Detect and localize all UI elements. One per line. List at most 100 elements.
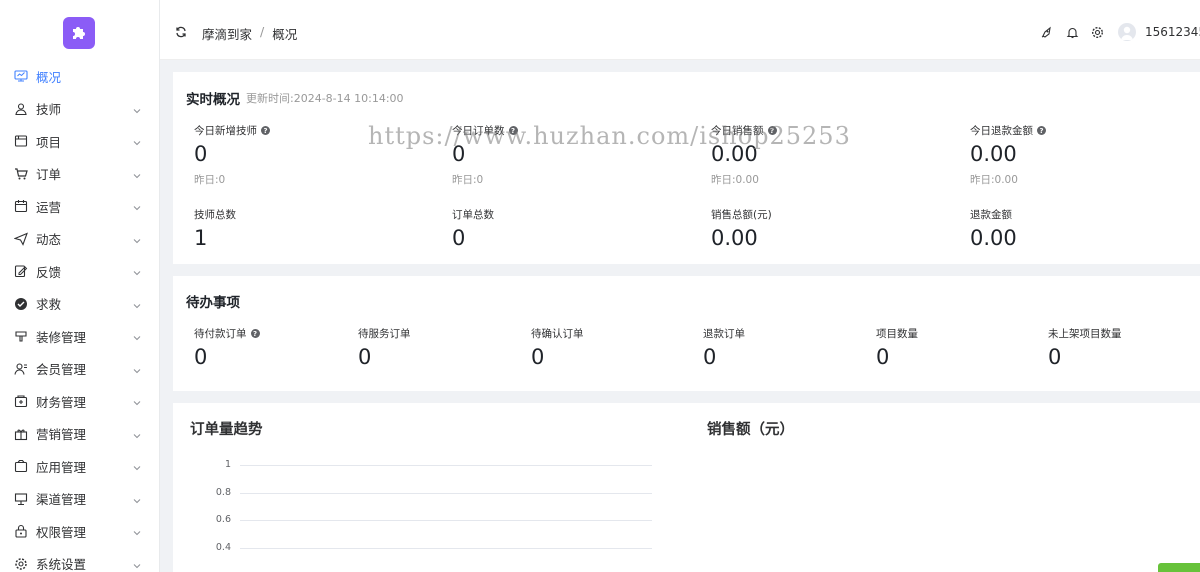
stat-value: 0 [194,142,208,166]
todo-project-count[interactable]: 项目数量 0 [876,326,918,370]
realtime-overview-card: 实时概况 更新时间:2024-8-14 10:14:00 今日新增技师? 0 昨… [173,72,1200,264]
y-gridline [240,465,652,466]
sidebar-item-label: 渠道管理 [36,492,87,508]
help-icon[interactable]: ? [250,329,260,338]
realtime-title: 实时概况 [186,92,240,108]
chevron-down-icon [132,266,142,276]
lock-icon [14,524,28,538]
y-tick-label: 0.4 [215,541,231,553]
chevron-down-icon [132,559,142,569]
stat-label: 退款金额 [970,209,1012,221]
member-icon [14,362,28,376]
sidebar-item-1[interactable]: 技师 [0,93,160,126]
todo-pending-service[interactable]: 待服务订单 0 [358,326,411,370]
todo-pending-payment[interactable]: 待付款订单? 0 [194,326,260,370]
user-avatar-icon [1121,26,1133,40]
sidebar-item-6[interactable]: 反馈 [0,255,160,288]
todo-label: 待付款订单 [194,328,247,340]
sidebar-item-14[interactable]: 权限管理 [0,515,160,548]
stat-yesterday: 昨日:0 [194,174,226,186]
sidebar-item-8[interactable]: 装修管理 [0,320,160,353]
gear-icon [14,557,28,571]
orders-chart-title: 订单量趋势 [190,422,263,438]
todo-label: 项目数量 [876,328,918,340]
bell-icon[interactable] [1066,26,1079,39]
chevron-down-icon [132,526,142,536]
sidebar-item-12[interactable]: 应用管理 [0,450,160,483]
help-icon[interactable]: ? [261,126,270,135]
username[interactable]: 156123456 [1145,25,1200,39]
chevron-down-icon [132,331,142,341]
sidebar-item-5[interactable]: 动态 [0,223,160,256]
y-gridline [240,520,652,521]
todo-title: 待办事项 [186,295,240,311]
sidebar-item-label: 运营 [36,199,62,215]
todo-unlisted-projects[interactable]: 未上架项目数量 0 [1048,326,1122,370]
sidebar-item-15[interactable]: 系统设置 [0,548,160,572]
chevron-down-icon [132,396,142,406]
sidebar: 概况 技师项目订单运营动态 反馈求救装修管理会员管理财务管理营销管理应用管理渠道管理… [0,0,160,572]
gear-icon[interactable] [1091,26,1104,39]
todo-label: 待确认订单 [531,328,584,340]
stat-today-new-technicians: 今日新增技师? 0 昨日:0 [194,123,270,187]
sidebar-item-label: 求救 [36,297,62,313]
todo-card: 待办事项 待付款订单? 0 待服务订单 0 待确认订单 0 退款订单 0 项目数… [173,276,1200,391]
sidebar-item-label: 财务管理 [36,394,87,410]
sidebar-item-3[interactable]: 订单 [0,158,160,191]
stat-refund-amount: 退款金额 0.00 [970,207,1017,251]
sidebar-item-label: 会员管理 [36,362,87,378]
sidebar-item-label: 应用管理 [36,459,87,475]
todo-pending-confirm[interactable]: 待确认订单 0 [531,326,584,370]
sidebar-item-7[interactable]: 求救 [0,288,160,321]
help-icon[interactable]: ? [1037,126,1046,135]
todo-value: 0 [876,345,890,369]
chevron-down-icon [132,364,142,374]
stat-total-sales: 销售总额(元) 0.00 [711,207,772,251]
sidebar-item-0[interactable]: 概况 [0,60,160,93]
app-logo[interactable] [63,17,95,49]
avatar[interactable] [1118,23,1136,41]
y-tick-label: 1 [224,459,231,470]
sidebar-item-label: 项目 [36,134,62,150]
todo-label: 退款订单 [703,328,745,340]
sidebar-item-10[interactable]: 财务管理 [0,385,160,418]
chevron-down-icon [132,234,142,244]
wallet-icon [14,394,28,408]
stat-total-orders: 订单总数 0 [452,207,494,251]
todo-value: 0 [703,345,717,369]
sidebar-item-2[interactable]: 项目 [0,125,160,158]
todo-value: 0 [1048,345,1062,369]
y-gridline [240,492,652,494]
sales-chart-title: 销售额（元） [707,422,794,438]
chevron-down-icon [132,461,142,471]
sidebar-item-4[interactable]: 运营 [0,190,160,223]
sidebar-item-13[interactable]: 渠道管理 [0,483,160,516]
todo-label: 待服务订单 [358,328,411,340]
todo-refund-orders[interactable]: 退款订单 0 [703,326,745,370]
watermark-text: https://www.huzhan.com/ishop25253 [368,122,851,150]
monitor-icon [14,69,28,83]
chevron-down-icon [132,494,142,504]
chevron-down-icon [132,429,142,439]
stat-total-technicians: 技师总数 1 [194,207,236,251]
breadcrumb-home[interactable]: 摩滴到家 [202,24,252,43]
corner-badge[interactable] [1158,563,1200,572]
check-circle-icon [14,297,28,311]
refresh-icon[interactable] [175,26,187,38]
todo-label: 未上架项目数量 [1048,328,1122,340]
rocket-icon[interactable] [1040,26,1053,39]
stat-label: 今日退款金额 [970,125,1033,137]
stat-value: 0.00 [970,226,1017,250]
stat-yesterday: 昨日:0.00 [711,174,759,186]
stat-value: 0.00 [970,142,1017,166]
sidebar-item-label: 营销管理 [36,427,87,443]
chevron-down-icon [132,169,142,179]
update-time: 更新时间:2024-8-14 10:14:00 [246,92,404,105]
stat-value: 0.00 [711,226,758,250]
sidebar-item-label: 订单 [36,167,62,183]
chevron-down-icon [132,299,142,309]
stat-value: 1 [194,226,208,250]
sidebar-item-9[interactable]: 会员管理 [0,353,160,386]
sidebar-item-11[interactable]: 营销管理 [0,418,160,451]
edit-icon [14,264,28,278]
